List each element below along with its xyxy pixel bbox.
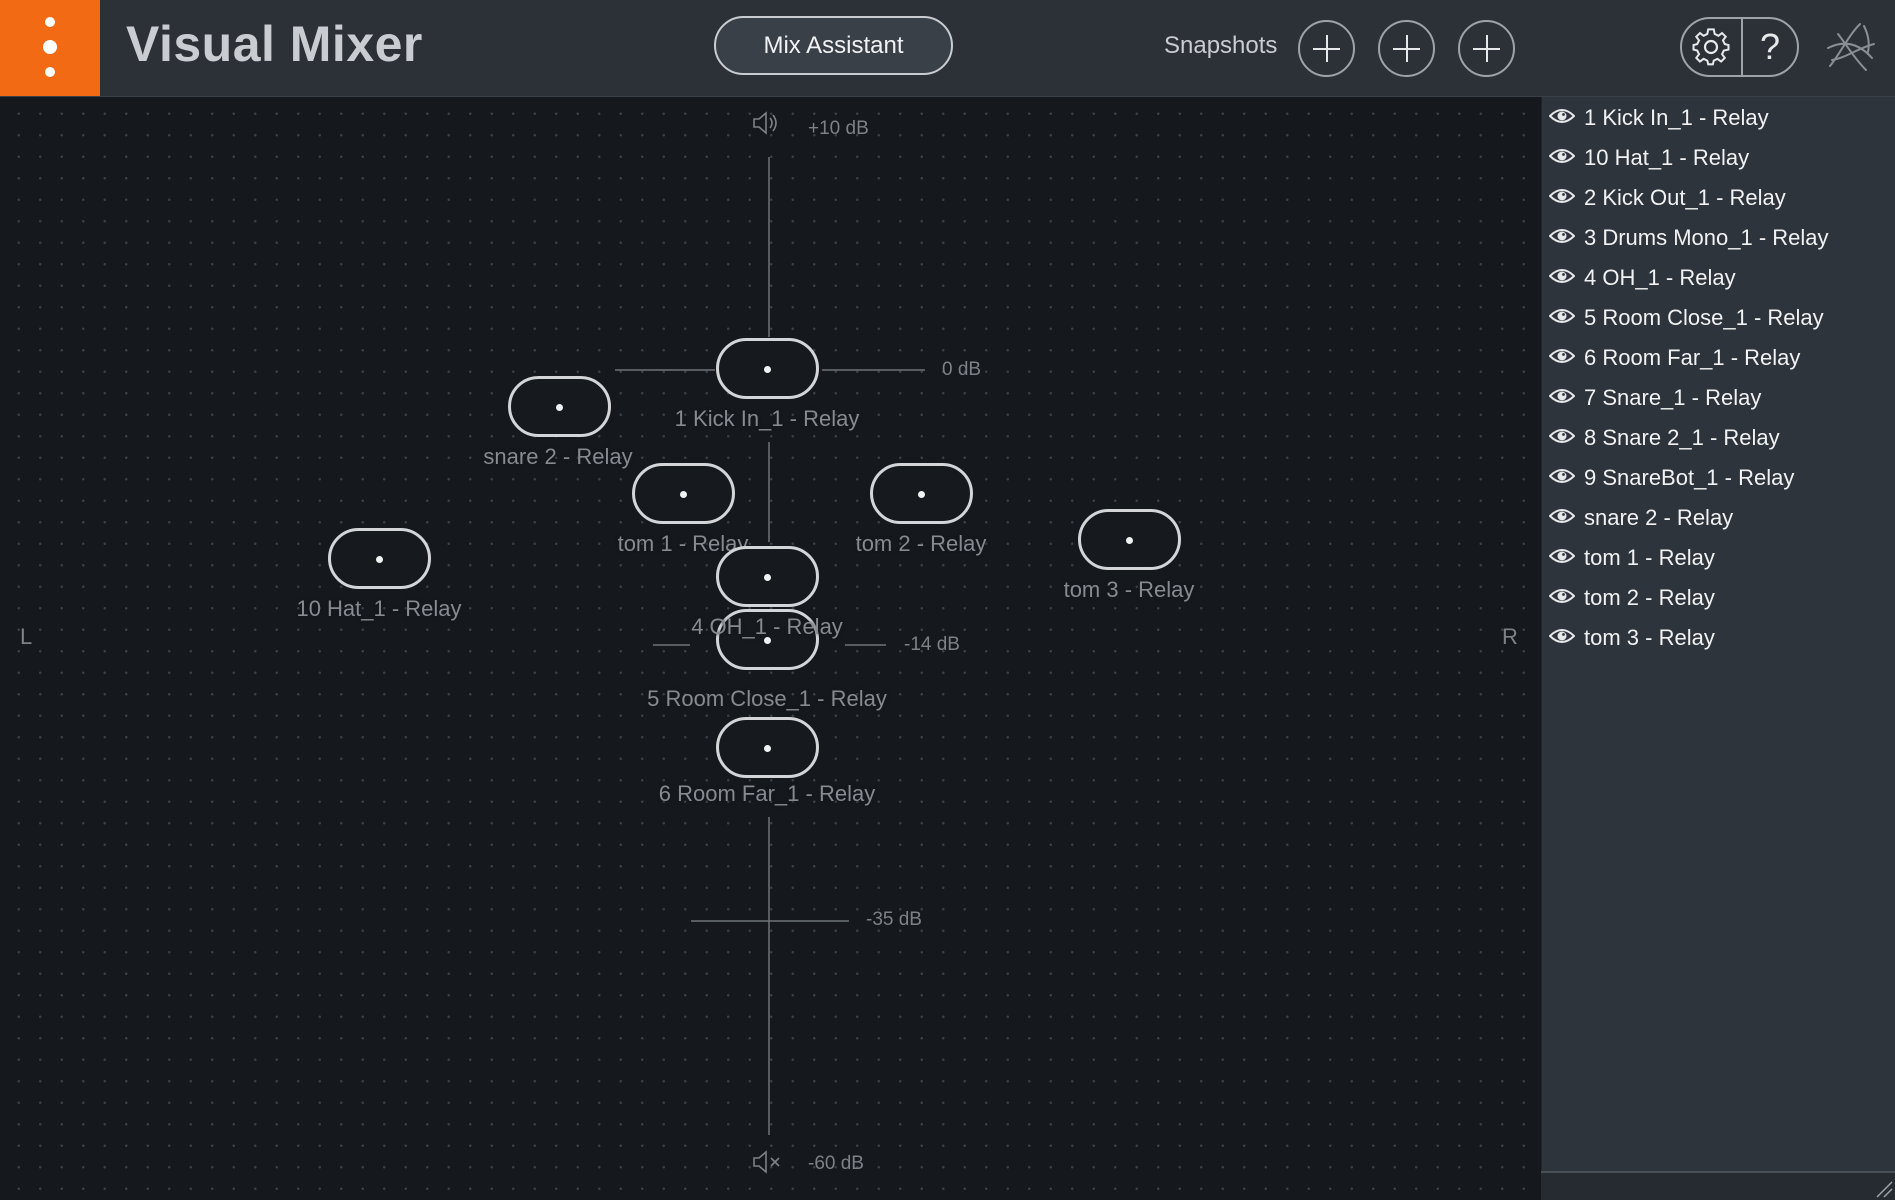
track-list-label: snare 2 - Relay	[1584, 505, 1734, 530]
track-blob-label: 4 OH_1 - Relay	[691, 614, 843, 639]
snapshot-1-add-button[interactable]	[1298, 20, 1355, 77]
eye-icon[interactable]	[1549, 147, 1575, 165]
track-list-item[interactable]: 9 SnareBot_1 - Relay	[1542, 457, 1895, 497]
header-bar: Visual Mixer Mix Assistant Snapshots ?	[0, 0, 1895, 97]
snapshot-3-add-button[interactable]	[1458, 20, 1515, 77]
track-list-label: 5 Room Close_1 - Relay	[1584, 305, 1824, 330]
speaker-loud-icon	[753, 111, 777, 135]
track-blob-label: 5 Room Close_1 - Relay	[647, 686, 887, 711]
eye-icon[interactable]	[1549, 427, 1575, 445]
db-marker-zero: 0 dB	[942, 359, 982, 380]
gear-icon	[1692, 28, 1730, 66]
track-list-item[interactable]: 1 Kick In_1 - Relay	[1542, 97, 1895, 137]
snapshots-label: Snapshots	[1164, 32, 1278, 59]
track-list-label: 1 Kick In_1 - Relay	[1584, 105, 1769, 130]
track-center-dot	[918, 491, 925, 498]
track-blob-label: 1 Kick In_1 - Relay	[674, 406, 860, 431]
track-blob[interactable]	[716, 546, 819, 607]
track-list-label: 3 Drums Mono_1 - Relay	[1584, 225, 1829, 250]
track-list-item[interactable]: 8 Snare 2_1 - Relay	[1542, 417, 1895, 457]
track-blob[interactable]	[716, 338, 819, 399]
eye-icon[interactable]	[1549, 547, 1575, 565]
track-blob-label: snare 2 - Relay	[483, 444, 633, 469]
track-list-item[interactable]: 10 Hat_1 - Relay	[1542, 137, 1895, 177]
mix-assistant-button[interactable]: Mix Assistant	[714, 16, 953, 75]
track-center-dot	[764, 366, 771, 373]
track-list-label: 10 Hat_1 - Relay	[1584, 145, 1750, 170]
track-list-panel: 1 Kick In_1 - Relay 10 Hat_1 - Relay 2 Kic…	[1541, 97, 1895, 1171]
db-marker-min: -60 dB	[808, 1153, 864, 1174]
track-list-item[interactable]: 5 Room Close_1 - Relay	[1542, 297, 1895, 337]
track-list-item[interactable]: 7 Snare_1 - Relay	[1542, 377, 1895, 417]
track-center-dot	[376, 556, 383, 563]
track-center-dot	[764, 574, 771, 581]
eye-icon[interactable]	[1549, 387, 1575, 405]
pan-left-label: L	[20, 624, 33, 649]
menu-dot-icon	[45, 67, 55, 77]
pan-right-label: R	[1502, 624, 1518, 649]
track-center-dot	[764, 745, 771, 752]
db-marker-low: -35 dB	[866, 909, 922, 930]
eye-icon[interactable]	[1549, 227, 1575, 245]
eye-icon[interactable]	[1549, 187, 1575, 205]
track-list-item[interactable]: tom 2 - Relay	[1542, 577, 1895, 617]
db-marker-mid: -14 dB	[904, 634, 960, 655]
track-blob[interactable]	[716, 717, 819, 778]
track-center-dot	[680, 491, 687, 498]
mixer-stage[interactable]: +10 dB 0 dB -14 dB -35 dB -60 dB L R 1 K…	[0, 97, 1541, 1198]
track-blob-label: tom 2 - Relay	[855, 531, 987, 556]
settings-button[interactable]	[1682, 19, 1740, 75]
settings-help-group: ?	[1680, 17, 1799, 77]
track-list-item[interactable]: 2 Kick Out_1 - Relay	[1542, 177, 1895, 217]
main-menu-button[interactable]	[0, 0, 100, 96]
track-blob[interactable]	[1078, 509, 1181, 570]
snapshot-2-add-button[interactable]	[1378, 20, 1435, 77]
eye-icon[interactable]	[1549, 347, 1575, 365]
help-button[interactable]: ?	[1743, 19, 1797, 75]
track-blob[interactable]	[328, 528, 431, 589]
eye-icon[interactable]	[1549, 467, 1575, 485]
track-center-dot	[556, 404, 563, 411]
eye-icon[interactable]	[1549, 107, 1575, 125]
izotope-logo-icon	[1827, 23, 1875, 71]
speaker-mute-icon	[753, 1150, 780, 1174]
track-list-item[interactable]: tom 1 - Relay	[1542, 537, 1895, 577]
resize-grip-icon[interactable]	[1873, 1178, 1893, 1198]
track-list-label: 7 Snare_1 - Relay	[1584, 385, 1762, 410]
track-blob[interactable]	[870, 463, 973, 524]
track-list-label: tom 2 - Relay	[1584, 585, 1715, 610]
track-list-item[interactable]: snare 2 - Relay	[1542, 497, 1895, 537]
track-blob[interactable]	[508, 376, 611, 437]
track-list-item[interactable]: 4 OH_1 - Relay	[1542, 257, 1895, 297]
track-list-label: 4 OH_1 - Relay	[1584, 265, 1736, 290]
eye-icon[interactable]	[1549, 307, 1575, 325]
track-list-label: tom 1 - Relay	[1584, 545, 1715, 570]
track-list-label: 9 SnareBot_1 - Relay	[1584, 465, 1795, 490]
track-list-item[interactable]: tom 3 - Relay	[1542, 617, 1895, 657]
eye-icon[interactable]	[1549, 627, 1575, 645]
track-list-item[interactable]: 6 Room Far_1 - Relay	[1542, 337, 1895, 377]
app-title: Visual Mixer	[126, 16, 423, 72]
track-list-footer	[1541, 1171, 1895, 1200]
track-list-label: 8 Snare 2_1 - Relay	[1584, 425, 1780, 450]
menu-dot-icon	[43, 40, 57, 54]
track-list-item[interactable]: 3 Drums Mono_1 - Relay	[1542, 217, 1895, 257]
eye-icon[interactable]	[1549, 267, 1575, 285]
db-marker-max: +10 dB	[808, 118, 869, 139]
track-blob-label: tom 3 - Relay	[1063, 577, 1195, 602]
track-blob[interactable]	[632, 463, 735, 524]
eye-icon[interactable]	[1549, 587, 1575, 605]
track-list-label: 6 Room Far_1 - Relay	[1584, 345, 1801, 370]
track-list-label: tom 3 - Relay	[1584, 625, 1715, 650]
menu-dot-icon	[45, 17, 55, 27]
track-list-label: 2 Kick Out_1 - Relay	[1584, 185, 1786, 210]
track-blob-label: 6 Room Far_1 - Relay	[658, 781, 876, 806]
track-blob-label: 10 Hat_1 - Relay	[296, 596, 462, 621]
eye-icon[interactable]	[1549, 507, 1575, 525]
track-center-dot	[1126, 537, 1133, 544]
